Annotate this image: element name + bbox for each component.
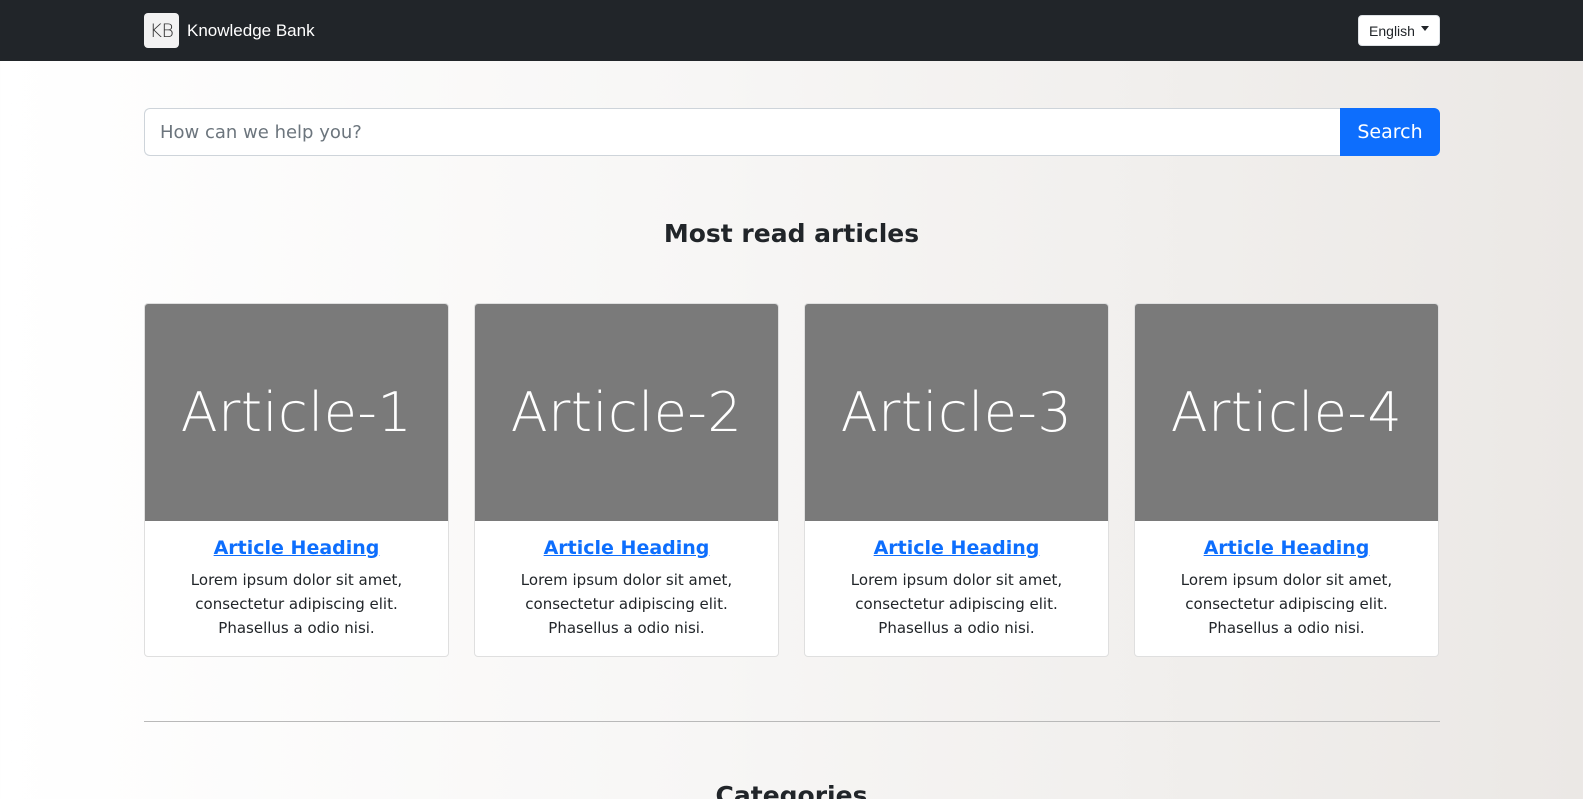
article-image: Article-1 (145, 304, 448, 521)
article-heading-link[interactable]: Article Heading (214, 537, 380, 559)
section-divider (144, 721, 1440, 722)
article-image: Article-3 (805, 304, 1108, 521)
article-card: Article-4 Article Heading Lorem ipsum do… (1134, 303, 1439, 657)
brand-link[interactable]: KB Knowledge Bank (144, 13, 315, 48)
search-bar: Search (144, 108, 1440, 156)
article-summary: Lorem ipsum dolor sit amet, consectetur … (1180, 571, 1393, 637)
chevron-down-icon (1420, 26, 1429, 31)
article-image-label: Article-2 (510, 381, 743, 444)
article-card-body: Article Heading Lorem ipsum dolor sit am… (1135, 521, 1438, 640)
article-summary: Lorem ipsum dolor sit amet, consectetur … (190, 571, 403, 637)
language-label: English (1369, 22, 1415, 39)
article-heading-link[interactable]: Article Heading (544, 537, 710, 559)
article-image-label: Article-3 (840, 381, 1073, 444)
article-image: Article-4 (1135, 304, 1438, 521)
search-button[interactable]: Search (1340, 108, 1440, 156)
article-summary: Lorem ipsum dolor sit amet, consectetur … (850, 571, 1063, 637)
navbar: KB Knowledge Bank English (0, 0, 1583, 61)
article-summary: Lorem ipsum dolor sit amet, consectetur … (520, 571, 733, 637)
brand-logo: KB (144, 13, 179, 48)
article-image-label: Article-4 (1170, 381, 1403, 444)
article-card-body: Article Heading Lorem ipsum dolor sit am… (805, 521, 1108, 640)
categories-heading: Categories (715, 781, 868, 799)
article-card: Article-1 Article Heading Lorem ipsum do… (144, 303, 449, 657)
most-read-articles-heading: Most read articles (663, 219, 920, 248)
article-image: Article-2 (475, 304, 778, 521)
article-heading-link[interactable]: Article Heading (874, 537, 1040, 559)
article-card: Article-2 Article Heading Lorem ipsum do… (474, 303, 779, 657)
language-dropdown-button[interactable]: English (1358, 15, 1440, 46)
article-card: Article-3 Article Heading Lorem ipsum do… (804, 303, 1109, 657)
article-card-body: Article Heading Lorem ipsum dolor sit am… (145, 521, 448, 640)
article-heading-link[interactable]: Article Heading (1204, 537, 1370, 559)
search-input[interactable] (144, 108, 1340, 156)
article-image-label: Article-1 (180, 381, 413, 444)
article-card-body: Article Heading Lorem ipsum dolor sit am… (475, 521, 778, 640)
brand-name: Knowledge Bank (187, 20, 315, 40)
